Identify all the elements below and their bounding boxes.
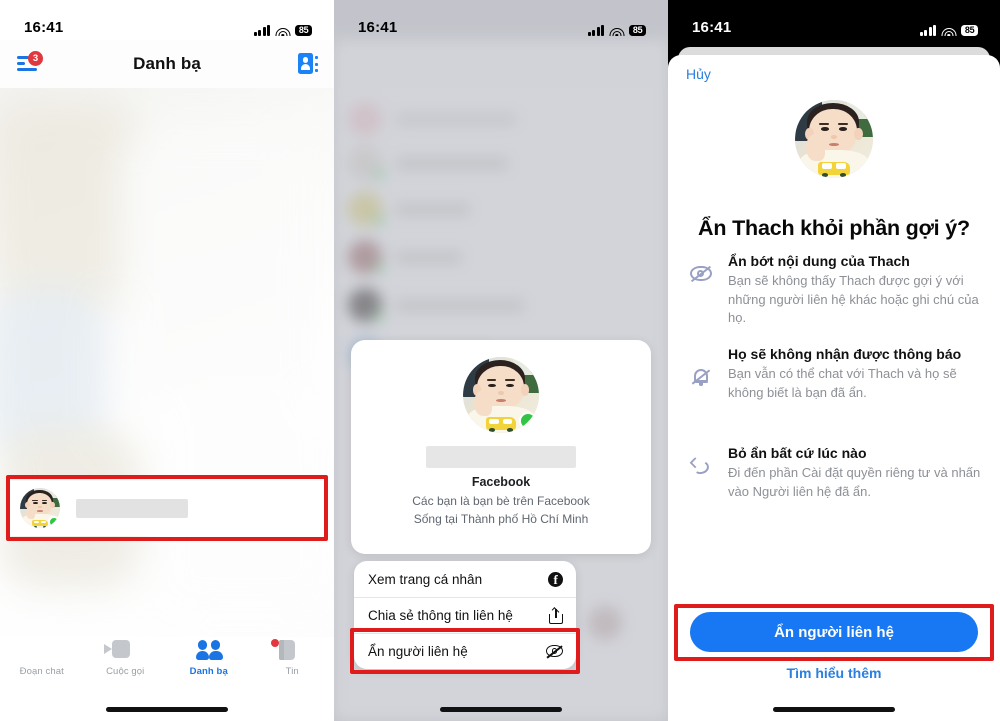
benefit-heading: Họ sẽ không nhận được thông báo — [728, 346, 962, 362]
eye-slash-icon — [546, 644, 563, 659]
menu-item-share-contact[interactable]: Chia sẻ thông tin liên hệ — [354, 597, 576, 633]
tab-stories[interactable]: Tin — [252, 639, 332, 677]
page-title: Danh bạ — [133, 54, 201, 73]
menu-item-view-profile[interactable]: Xem trang cá nhân — [354, 561, 576, 597]
panel-contacts-list: 16:41 85 3 Danh bạ Đoạn chat Cuộc gọi Da… — [0, 0, 334, 721]
screenshot-stage: 16:41 85 3 Danh bạ Đoạn chat Cuộc gọi Da… — [0, 0, 1000, 721]
people-icon — [195, 640, 223, 662]
status-bar-2: 16:41 85 — [334, 0, 668, 40]
bottom-tab-bar: Đoạn chat Cuộc gọi Danh bạ Tin — [0, 637, 334, 695]
battery-indicator: 85 — [295, 24, 312, 36]
blurred-contacts-background — [0, 88, 334, 663]
baby-avatar — [795, 100, 873, 178]
benefit-description: Bạn vẫn có thể chat với Thach và họ sẽ k… — [728, 366, 957, 400]
wifi-icon — [275, 25, 291, 36]
avatar[interactable] — [20, 488, 60, 528]
tab-calls[interactable]: Cuộc gọi — [85, 640, 165, 677]
avatar — [463, 357, 539, 433]
contact-row-highlighted[interactable] — [8, 480, 326, 536]
tab-label: Tin — [285, 666, 299, 677]
tab-label: Đoạn chat — [19, 666, 64, 677]
tab-label: Cuộc gọi — [106, 666, 145, 677]
contacts-header: 3 Danh bạ — [0, 40, 334, 88]
home-indicator — [773, 707, 895, 712]
benefit-item-no-notification: Họ sẽ không nhận được thông báo Bạn vẫn … — [688, 345, 982, 402]
status-time: 16:41 — [358, 19, 398, 36]
benefit-heading: Ẩn bớt nội dung của Thach — [728, 253, 910, 269]
status-indicators: 85 — [919, 24, 978, 36]
status-indicators: 85 — [253, 24, 312, 36]
wifi-icon — [609, 25, 625, 36]
benefit-description: Bạn sẽ không thấy Thach được gợi ý với n… — [728, 273, 979, 326]
menu-item-hide-contact[interactable]: Ẩn người liên hệ — [354, 633, 576, 669]
status-bar-3: 16:41 85 — [668, 0, 1000, 40]
presence-online-dot — [48, 516, 60, 528]
contact-name-redacted — [76, 498, 188, 518]
cellular-bars-icon — [253, 24, 271, 36]
undo-arrow-icon — [688, 444, 714, 501]
share-icon — [549, 606, 563, 624]
learn-more-link[interactable]: Tìm hiểu thêm — [668, 665, 1000, 681]
contact-subtitle-1: Các bạn là bạn bè trên Facebook — [412, 494, 590, 508]
chat-bubble-icon — [29, 640, 55, 662]
tab-chats[interactable]: Đoạn chat — [2, 640, 82, 677]
benefit-item-unhide-anytime: Bỏ ẩn bất cứ lúc nào Đi đến phần Cài đặt… — [688, 444, 982, 501]
contact-source-label: Facebook — [471, 475, 531, 489]
avatar — [795, 100, 873, 178]
cancel-button[interactable]: Hủy — [686, 66, 711, 82]
stories-icon — [271, 639, 305, 662]
status-bar-1: 16:41 85 — [0, 0, 334, 40]
wifi-icon — [941, 25, 957, 36]
panel-contact-preview-menu: 16:41 85 Facebook Các bạn là bạn bè trên… — [334, 0, 668, 721]
facebook-icon — [548, 571, 563, 588]
menu-item-label: Chia sẻ thông tin liên hệ — [368, 608, 513, 623]
benefit-description: Đi đến phần Cài đặt quyền riêng tư và nh… — [728, 465, 981, 499]
menu-item-label: Xem trang cá nhân — [368, 571, 483, 587]
presence-online-dot — [519, 412, 537, 430]
battery-indicator: 85 — [629, 24, 646, 36]
battery-indicator: 85 — [961, 24, 978, 36]
contacts-book-icon[interactable] — [298, 53, 318, 75]
cellular-bars-icon — [919, 24, 937, 36]
home-indicator — [440, 707, 562, 712]
panel-hide-confirmation-sheet: 16:41 85 Hủy Ẩn Thach khỏi phần gợi ý? Ẩ… — [668, 0, 1000, 721]
benefit-item-hide-content: Ẩn bớt nội dung của Thach Bạn sẽ không t… — [688, 252, 982, 328]
sheet-title: Ẩn Thach khỏi phần gợi ý? — [698, 216, 970, 240]
bell-slash-icon — [688, 345, 714, 402]
hide-contact-button[interactable]: Ẩn người liên hệ — [690, 612, 978, 652]
contact-preview-card: Facebook Các bạn là bạn bè trên Facebook… — [351, 340, 651, 554]
menu-item-label: Ẩn người liên hệ — [368, 644, 468, 659]
tab-contacts[interactable]: Danh bạ — [169, 640, 249, 677]
status-time: 16:41 — [692, 19, 732, 36]
tab-label: Danh bạ — [189, 666, 228, 677]
context-menu: Xem trang cá nhân Chia sẻ thông tin liên… — [354, 561, 576, 669]
hamburger-menu-icon[interactable]: 3 — [16, 51, 43, 74]
benefit-heading: Bỏ ẩn bất cứ lúc nào — [728, 445, 867, 461]
status-indicators: 85 — [587, 24, 646, 36]
contact-name-redacted — [426, 446, 576, 468]
contact-subtitle-2: Sống tại Thành phố Hồ Chí Minh — [413, 512, 589, 527]
eye-slash-icon — [688, 252, 714, 328]
cellular-bars-icon — [587, 24, 605, 36]
home-indicator — [106, 707, 228, 712]
video-camera-icon — [104, 640, 138, 662]
contacts-list-body — [0, 88, 334, 663]
status-time: 16:41 — [24, 19, 64, 36]
menu-badge-count: 3 — [28, 51, 43, 66]
